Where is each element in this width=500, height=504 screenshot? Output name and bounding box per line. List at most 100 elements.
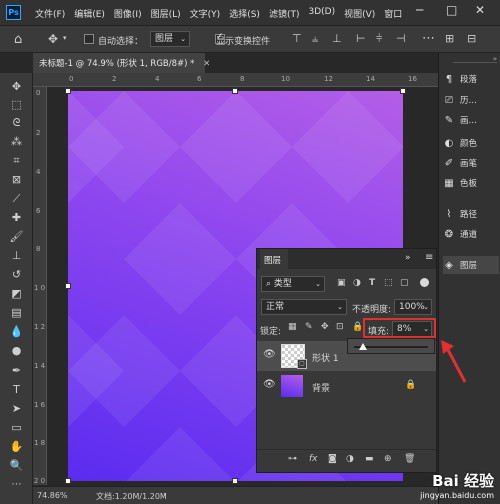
transform-handle[interactable] — [400, 88, 406, 94]
layer-row-background[interactable]: 👁 背景 🔒 — [257, 371, 436, 401]
menu-window[interactable]: 窗口 — [384, 7, 402, 20]
menu-file[interactable]: 文件(F) — [35, 7, 65, 20]
visibility-eye-icon[interactable]: 👁 — [263, 349, 276, 360]
document-tab[interactable]: 未标题-1 @ 74.9% (形状 1, RGB/8#) * ✕ — [33, 53, 210, 73]
panel-brushes[interactable]: ✐ 画笔 — [443, 154, 499, 172]
eyedropper-tool-icon[interactable]: ⟋ — [9, 191, 24, 206]
close-icon[interactable]: ✕ — [475, 3, 485, 17]
transform-handle[interactable] — [65, 478, 71, 484]
panel-swatches[interactable]: ▦ 色板 — [443, 174, 499, 192]
visibility-eye-icon[interactable]: 👁 — [263, 379, 276, 390]
collapse-icon[interactable]: » — [405, 253, 411, 263]
panel-layers[interactable]: ◈ 图层 — [443, 256, 499, 274]
menu-edit[interactable]: 编辑(E) — [74, 7, 105, 20]
magic-wand-tool-icon[interactable]: ⁂ — [9, 134, 24, 149]
status-arrow-icon[interactable]: › — [163, 490, 166, 499]
align-left-icon[interactable]: ⊢ — [356, 33, 366, 44]
hand-tool-icon[interactable]: ✋ — [9, 439, 24, 454]
align-bottom-icon[interactable]: ⊥ — [332, 33, 342, 44]
panel-menu-icon[interactable]: ≡ — [425, 252, 433, 263]
menu-layer[interactable]: 图层(L) — [151, 7, 181, 20]
distribute-spacing-icon[interactable]: ⊟ — [467, 33, 476, 44]
restore-icon[interactable]: □ — [446, 3, 457, 17]
filter-type-icon[interactable]: T — [369, 279, 375, 288]
menu-type[interactable]: 文字(Y) — [190, 7, 221, 20]
align-horizontal-center-icon[interactable]: ⫩ — [376, 33, 382, 44]
lock-artboard-icon[interactable]: ⊡ — [336, 323, 344, 332]
healing-brush-tool-icon[interactable]: ✚ — [9, 210, 24, 225]
link-layers-icon[interactable]: ⊶ — [288, 455, 297, 464]
transform-handle[interactable] — [232, 88, 238, 94]
filter-shape-icon[interactable]: ⬚ — [384, 279, 393, 288]
filter-pixel-icon[interactable]: ▣ — [337, 279, 346, 288]
type-tool-icon[interactable]: T — [9, 382, 24, 397]
layers-tab[interactable]: 图层 — [260, 249, 288, 269]
pen-tool-icon[interactable]: ✒ — [9, 363, 24, 378]
adjustment-layer-icon[interactable]: ◑ — [346, 455, 354, 464]
lock-image-icon[interactable]: ✎ — [305, 323, 313, 332]
fill-slider-popup[interactable] — [347, 338, 435, 354]
fill-slider-thumb[interactable] — [359, 343, 367, 350]
menu-3d[interactable]: 3D(D) — [308, 7, 335, 20]
filter-toggle-icon[interactable] — [420, 278, 429, 287]
panel-history[interactable]: ⎚ 历… — [443, 91, 499, 109]
collapse-panels-icon[interactable]: » — [453, 55, 497, 63]
panel-brush-settings[interactable]: ✎ 画… — [443, 111, 499, 129]
blur-tool-icon[interactable]: 💧 — [9, 324, 24, 339]
align-top-icon[interactable]: ⊤ — [292, 33, 302, 44]
distribute-icon[interactable]: ⊞ — [445, 33, 454, 44]
panel-color[interactable]: ◐ 颜色 — [443, 134, 499, 152]
auto-select-checkbox[interactable] — [84, 34, 94, 44]
layer-filter-dropdown[interactable]: ⌕ 类型 ⌄ — [261, 276, 325, 292]
path-selection-tool-icon[interactable]: ➤ — [9, 401, 24, 416]
zoom-level[interactable]: 74.86% — [37, 491, 68, 500]
home-icon[interactable]: ⌂ — [14, 33, 22, 46]
blend-mode-dropdown[interactable]: 正常 ⌄ — [261, 299, 347, 315]
eraser-tool-icon[interactable]: ◩ — [9, 286, 24, 301]
filter-adjustment-icon[interactable]: ◑ — [353, 279, 361, 288]
close-tab-icon[interactable]: ✕ — [203, 59, 210, 69]
chevron-down-icon[interactable]: ▾ — [63, 35, 67, 42]
gradient-tool-icon[interactable]: ▤ — [9, 305, 24, 320]
transform-handle[interactable] — [65, 283, 71, 289]
transform-handle[interactable] — [65, 88, 71, 94]
layer-style-icon[interactable]: fx — [309, 455, 318, 464]
lock-all-icon[interactable]: 🔒 — [352, 323, 363, 332]
panel-channels[interactable]: ❂ 通道 — [443, 225, 499, 243]
more-tools-icon[interactable]: ⋯ — [9, 477, 24, 492]
layer-name[interactable]: 形状 1 — [312, 351, 339, 364]
lasso-tool-icon[interactable]: ᘓ — [9, 115, 24, 130]
move-tool-icon[interactable]: ✥ — [9, 79, 24, 94]
marquee-tool-icon[interactable]: ⬚ — [9, 97, 24, 112]
crop-tool-icon[interactable]: ⌗ — [9, 153, 24, 168]
panel-paragraph[interactable]: ¶ 段落 — [443, 70, 499, 88]
opacity-input[interactable]: 100% ⌄ — [394, 299, 432, 315]
align-right-icon[interactable]: ⊣ — [396, 33, 406, 44]
history-brush-tool-icon[interactable]: ↺ — [9, 267, 24, 282]
move-tool-icon[interactable]: ✥ — [48, 33, 58, 45]
transform-handle[interactable] — [232, 478, 238, 484]
zoom-tool-icon[interactable]: 🔍 — [9, 458, 24, 473]
brush-tool-icon[interactable]: 🖌 — [9, 229, 24, 244]
menu-filter[interactable]: 滤镜(T) — [269, 7, 300, 20]
rectangle-tool-icon[interactable]: ▭ — [9, 420, 24, 435]
add-mask-icon[interactable]: ◙ — [328, 455, 337, 464]
minimize-icon[interactable]: ─ — [416, 3, 423, 17]
clone-stamp-tool-icon[interactable]: ⊥ — [9, 248, 24, 263]
menu-image[interactable]: 图像(I) — [114, 7, 142, 20]
new-group-icon[interactable]: ▬ — [365, 455, 374, 464]
delete-layer-icon[interactable]: 🗑 — [404, 455, 415, 464]
menu-view[interactable]: 视图(V) — [344, 7, 375, 20]
align-vertical-center-icon[interactable]: ⫨ — [312, 33, 318, 44]
filter-smart-object-icon[interactable]: ▢ — [400, 279, 409, 288]
panel-paths[interactable]: ⌇ 路径 — [443, 205, 499, 223]
menu-select[interactable]: 选择(S) — [229, 7, 260, 20]
layer-name[interactable]: 背景 — [312, 381, 330, 394]
lock-position-icon[interactable]: ✥ — [321, 323, 329, 332]
auto-select-target-dropdown[interactable]: 图层 ⌄ — [150, 31, 190, 47]
new-layer-icon[interactable]: ⊕ — [384, 455, 392, 464]
lock-transparent-icon[interactable]: ▦ — [288, 323, 297, 332]
dodge-tool-icon[interactable]: ● — [9, 343, 24, 358]
more-options-icon[interactable]: ⋯ — [422, 32, 435, 45]
frame-tool-icon[interactable]: ⊠ — [9, 172, 24, 187]
